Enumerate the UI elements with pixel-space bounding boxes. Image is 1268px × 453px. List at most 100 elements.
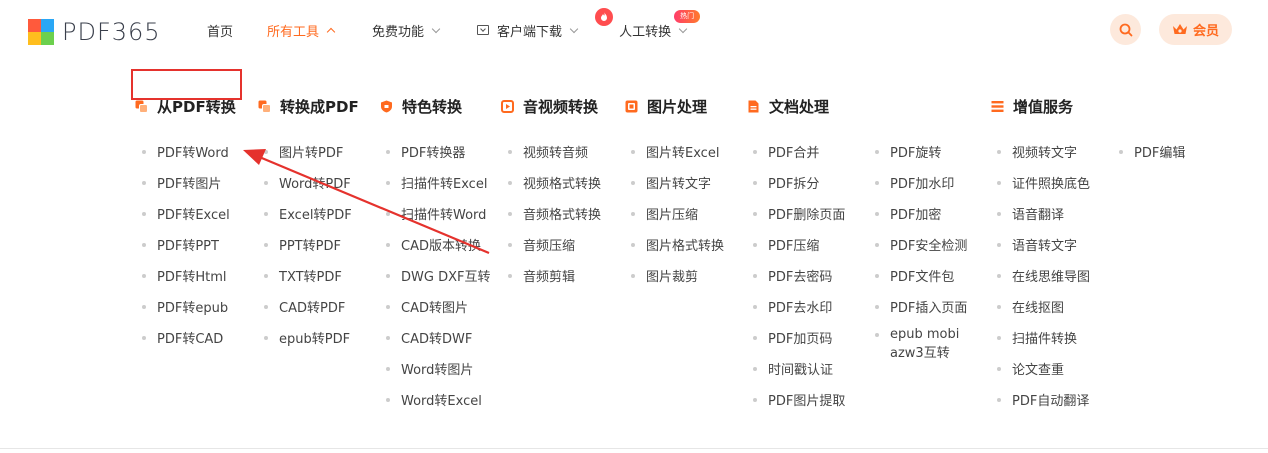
tool-link[interactable]: PDF转PPT xyxy=(142,229,230,260)
tool-link[interactable]: PDF转图片 xyxy=(142,167,230,198)
tool-label: PDF转Word xyxy=(157,146,229,161)
category-av: 音视频转换 xyxy=(501,96,598,116)
tool-link[interactable]: 时间戳认证 xyxy=(753,353,845,384)
tool-link[interactable]: epub转PDF xyxy=(264,322,352,353)
tool-link[interactable]: TXT转PDF xyxy=(264,260,352,291)
tool-link[interactable]: CAD转DWF xyxy=(386,322,490,353)
tool-link[interactable]: 语音转文字 xyxy=(997,229,1090,260)
tool-link[interactable]: PDF安全检测 xyxy=(875,229,975,260)
tool-link[interactable]: 音频压缩 xyxy=(508,229,601,260)
tool-link[interactable]: PDF合并 xyxy=(753,136,845,167)
tool-link-pdf-to-word[interactable]: PDF转Word xyxy=(142,136,230,167)
tool-label: 图片转文字 xyxy=(646,177,712,192)
tool-link[interactable]: CAD版本转换 xyxy=(386,229,490,260)
tool-link[interactable]: 视频格式转换 xyxy=(508,167,601,198)
download-icon xyxy=(477,25,490,35)
video-icon xyxy=(501,99,514,113)
nav-manual-convert[interactable]: 人工转换 热门 xyxy=(595,7,701,40)
tool-list-to-pdf: 图片转PDF Word转PDF Excel转PDF PPT转PDF TXT转PD… xyxy=(264,136,352,353)
tool-link[interactable]: PDF自动翻译 xyxy=(997,384,1090,415)
nav-home-label: 首页 xyxy=(207,24,234,40)
tool-link[interactable]: PDF加密 xyxy=(875,198,975,229)
tool-link[interactable]: 视频转文字 xyxy=(997,136,1090,167)
tool-label: CAD转PDF xyxy=(279,301,346,316)
tool-link[interactable]: PDF转epub xyxy=(142,291,230,322)
tool-link[interactable]: PDF转Html xyxy=(142,260,230,291)
nav-all-tools[interactable]: 所有工具 xyxy=(267,21,336,40)
tool-link[interactable]: CAD转图片 xyxy=(386,291,490,322)
tool-link[interactable]: 在线抠图 xyxy=(997,291,1090,322)
nav-home[interactable]: 首页 xyxy=(207,21,233,40)
tool-label: PDF合并 xyxy=(768,146,820,161)
tool-link[interactable]: Word转PDF xyxy=(264,167,352,198)
tool-label: PDF拆分 xyxy=(768,177,820,192)
to-pdf-icon xyxy=(258,100,271,113)
tool-label: Excel转PDF xyxy=(279,208,352,223)
tool-link[interactable]: PDF转Excel xyxy=(142,198,230,229)
tool-list-special: PDF转换器 扫描件转Excel 扫描件转Word CAD版本转换 DWG DX… xyxy=(386,136,490,415)
tool-link[interactable]: PDF旋转 xyxy=(875,136,975,167)
tool-link[interactable]: PDF去密码 xyxy=(753,260,845,291)
tool-label: PDF转换器 xyxy=(401,146,466,161)
tool-link[interactable]: PDF图片提取 xyxy=(753,384,845,415)
tool-link[interactable]: PDF加水印 xyxy=(875,167,975,198)
tool-label: 扫描件转换 xyxy=(1012,332,1078,347)
tool-label: 图片转Excel xyxy=(646,146,720,161)
tool-link[interactable]: 图片转PDF xyxy=(264,136,352,167)
tool-label: 音频剪辑 xyxy=(523,270,576,285)
tool-link[interactable]: PDF去水印 xyxy=(753,291,845,322)
tool-link[interactable]: 音频格式转换 xyxy=(508,198,601,229)
tool-list-value-added-2: PDF编辑 xyxy=(1119,136,1185,167)
tool-link[interactable]: PDF转换器 xyxy=(386,136,490,167)
tool-link[interactable]: 语音翻译 xyxy=(997,198,1090,229)
tool-link[interactable]: 音频剪辑 xyxy=(508,260,601,291)
tool-link[interactable]: DWG DXF互转 xyxy=(386,260,490,291)
search-button[interactable] xyxy=(1110,14,1141,45)
tool-label: 音频格式转换 xyxy=(523,208,602,223)
list-icon xyxy=(991,100,1004,112)
tool-link[interactable]: PPT转PDF xyxy=(264,229,352,260)
tool-link[interactable]: 视频转音频 xyxy=(508,136,601,167)
tool-link[interactable]: PDF拆分 xyxy=(753,167,845,198)
tool-link[interactable]: 论文查重 xyxy=(997,353,1090,384)
tool-link[interactable]: PDF加页码 xyxy=(753,322,845,353)
tool-label: PDF删除页面 xyxy=(768,208,846,223)
tool-link[interactable]: Excel转PDF xyxy=(264,198,352,229)
tool-label: CAD版本转换 xyxy=(401,239,481,254)
tool-link[interactable]: 证件照换底色 xyxy=(997,167,1090,198)
tool-link[interactable]: 图片裁剪 xyxy=(631,260,724,291)
tool-label: Word转PDF xyxy=(279,177,351,192)
tool-link[interactable]: epub mobi azw3互转 xyxy=(875,322,975,369)
tool-link[interactable]: 图片转Excel xyxy=(631,136,724,167)
tool-link[interactable]: PDF转CAD xyxy=(142,322,230,353)
tool-link[interactable]: 在线思维导图 xyxy=(997,260,1090,291)
category-title: 转换成PDF xyxy=(280,97,359,116)
tool-label: PDF加密 xyxy=(890,208,942,223)
tool-label: 扫描件转Excel xyxy=(401,177,488,192)
tool-link[interactable]: 图片转文字 xyxy=(631,167,724,198)
tool-link[interactable]: PDF压缩 xyxy=(753,229,845,260)
tool-link[interactable]: Word转图片 xyxy=(386,353,490,384)
vip-button[interactable]: 会员 xyxy=(1159,14,1232,45)
tool-link[interactable]: PDF插入页面 xyxy=(875,291,975,322)
tool-link[interactable]: 扫描件转Excel xyxy=(386,167,490,198)
tool-link[interactable]: Word转Excel xyxy=(386,384,490,415)
tool-label: DWG DXF互转 xyxy=(401,270,491,285)
chevron-down-icon xyxy=(678,24,688,33)
category-special: 特色转换 xyxy=(380,96,462,116)
tool-link[interactable]: 图片压缩 xyxy=(631,198,724,229)
tool-link[interactable]: CAD转PDF xyxy=(264,291,352,322)
shield-icon xyxy=(381,100,392,112)
logo[interactable]: PDF365 xyxy=(28,19,161,45)
tool-link[interactable]: PDF文件包 xyxy=(875,260,975,291)
tool-link[interactable]: 扫描件转换 xyxy=(997,322,1090,353)
nav-free[interactable]: 免费功能 xyxy=(372,21,441,40)
tool-link[interactable]: PDF编辑 xyxy=(1119,136,1185,167)
nav-client-download[interactable]: 客户端下载 xyxy=(477,21,579,40)
tool-label: PDF加水印 xyxy=(890,177,955,192)
tool-link[interactable]: 图片格式转换 xyxy=(631,229,724,260)
highlight-box xyxy=(131,69,242,100)
tool-link[interactable]: PDF删除页面 xyxy=(753,198,845,229)
fire-icon xyxy=(595,7,614,26)
tool-link[interactable]: 扫描件转Word xyxy=(386,198,490,229)
